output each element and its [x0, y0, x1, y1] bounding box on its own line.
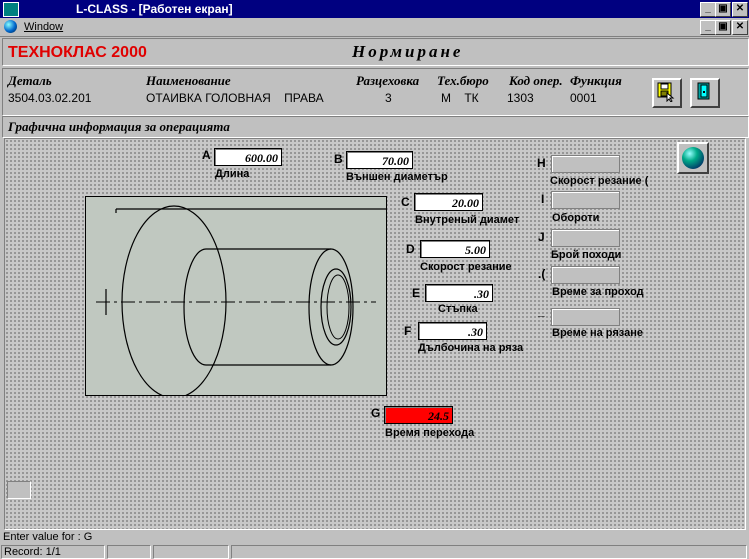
value-shop: 3: [385, 91, 392, 105]
param-letter-f: F: [404, 324, 412, 338]
param-e-field[interactable]: .30: [425, 284, 493, 302]
value-function: 0001: [570, 91, 597, 105]
section-title: Графична информация за операцията: [8, 119, 230, 134]
child-close-button[interactable]: ✕: [732, 20, 748, 35]
param-letter-k: .(: [538, 267, 546, 281]
app-icon[interactable]: [3, 2, 19, 17]
value-tech-bureau: М ТК: [441, 91, 479, 105]
param-letter-b: B: [334, 152, 343, 166]
param-j-field[interactable]: [551, 229, 620, 247]
menu-bar: Window _ ▣ ✕: [0, 18, 749, 37]
window-title-bar[interactable]: L-CLASS - [Работен екран] _ ▣ ✕: [0, 0, 749, 18]
param-c-label: Внутреный диамет: [415, 214, 520, 226]
status-cell-2: [107, 545, 151, 559]
param-h-label: Скорост резание (: [550, 175, 649, 187]
label-detail: Деталь: [8, 73, 52, 88]
param-f-label: Дълбочина на ряза: [418, 342, 524, 354]
param-k-label: Време за проход: [552, 286, 644, 298]
param-i-field[interactable]: [551, 191, 620, 209]
part-drawing: [96, 205, 386, 395]
brand-title: ТЕХНОКЛАС 2000: [8, 44, 147, 61]
status-cell-3: [153, 545, 229, 559]
param-l-field[interactable]: [551, 308, 620, 326]
param-letter-c: C: [401, 195, 410, 209]
param-b-label: Външен диаметър: [346, 171, 448, 183]
param-l-label: Време на рязане: [552, 327, 643, 339]
param-c-field[interactable]: 20.00: [414, 193, 483, 211]
value-detail: 3504.03.02.201: [8, 91, 92, 105]
param-f-field[interactable]: .30: [418, 322, 487, 340]
param-letter-h: H: [537, 156, 546, 170]
param-d-field[interactable]: 5.00: [420, 240, 490, 258]
floppy-disk-icon: [657, 82, 675, 103]
value-name: ОТАИВКА ГОЛОВНАЯ ПРАВА: [146, 91, 324, 105]
status-prompt: Enter value for : G: [3, 531, 93, 543]
param-i-label: Обороти: [552, 212, 600, 224]
close-button[interactable]: ✕: [732, 2, 748, 17]
param-b-field[interactable]: 70.00: [346, 151, 413, 169]
param-h-field[interactable]: [551, 155, 620, 173]
exit-button[interactable]: [690, 78, 720, 108]
label-op-code: Код опер.: [509, 73, 563, 88]
param-e-label: Стъпка: [438, 303, 478, 315]
graphic-view-button[interactable]: [677, 142, 709, 174]
param-a-field[interactable]: 600.00: [214, 148, 282, 166]
module-title: Нормиране: [352, 42, 464, 61]
corner-box[interactable]: [7, 481, 31, 499]
globe-icon: [682, 147, 704, 169]
door-exit-icon: [697, 82, 710, 100]
param-letter-a: A: [202, 148, 211, 162]
param-g-field[interactable]: 24.5: [384, 406, 453, 424]
param-k-field[interactable]: [551, 266, 620, 284]
label-name: Наименование: [146, 73, 231, 88]
minimize-button[interactable]: _: [700, 2, 716, 17]
param-letter-g: G: [371, 406, 381, 420]
globe-icon[interactable]: [4, 20, 17, 33]
window-title: L-CLASS - [Работен екран]: [76, 2, 233, 16]
param-letter-l: _: [538, 304, 545, 318]
label-function: Функция: [570, 73, 622, 88]
param-letter-j: J: [538, 230, 545, 244]
param-letter-i: I: [541, 192, 545, 206]
status-bar: Record: 1/1: [0, 544, 749, 559]
save-button[interactable]: [652, 78, 682, 108]
param-g-label: Время перехода: [385, 427, 475, 439]
param-letter-e: E: [412, 286, 421, 300]
status-record: Record: 1/1: [1, 545, 105, 559]
param-letter-d: D: [406, 242, 415, 256]
label-tech-bureau: Тех.бюро: [437, 73, 489, 88]
child-minimize-button[interactable]: _: [700, 20, 716, 35]
param-d-label: Скорост резание: [420, 261, 512, 273]
child-restore-button[interactable]: ▣: [715, 20, 731, 35]
label-shop: Разцеховка: [356, 73, 420, 88]
value-op-code: 1303: [507, 91, 534, 105]
param-j-label: Брой походи: [551, 249, 622, 261]
menu-window[interactable]: Window: [24, 21, 63, 33]
status-cell-4: [231, 545, 747, 559]
maximize-button[interactable]: ▣: [715, 2, 731, 17]
part-drawing-panel: [85, 196, 387, 396]
param-a-label: Длина: [215, 168, 250, 180]
